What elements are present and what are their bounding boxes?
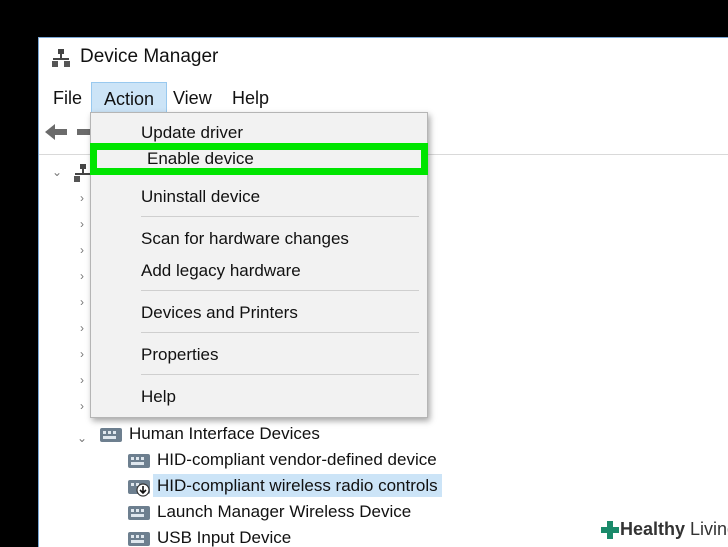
menu-file[interactable]: File [41, 82, 94, 114]
tree-category-hid[interactable]: Human Interface Devices [99, 421, 320, 447]
tree-category-label: Human Interface Devices [129, 424, 320, 443]
device-manager-icon [51, 48, 71, 68]
tree-device-row-selected[interactable]: HID-compliant wireless radio controls [127, 473, 442, 499]
menu-item-properties[interactable]: Properties [91, 339, 427, 371]
watermark-text: Healthy Living [620, 519, 728, 539]
chevron-right-icon[interactable]: › [80, 217, 84, 231]
menu-help[interactable]: Help [220, 82, 281, 114]
chevron-down-icon[interactable]: ⌄ [52, 165, 62, 179]
tree-device-row[interactable]: HID-compliant vendor-defined device [127, 447, 437, 473]
tree-device-label: Launch Manager Wireless Device [157, 502, 412, 521]
chevron-right-icon[interactable]: › [80, 399, 84, 413]
hid-device-icon [127, 502, 151, 524]
healthy-living-watermark: Healthy Living [594, 516, 728, 546]
chevron-right-icon[interactable]: › [80, 191, 84, 205]
disabled-hid-device-icon [127, 476, 151, 498]
menu-separator [141, 332, 419, 333]
menu-action[interactable]: Action [91, 82, 168, 114]
menu-bar: File Action View Help [39, 82, 728, 114]
back-arrow-icon[interactable] [43, 122, 69, 142]
menu-separator [141, 216, 419, 217]
plus-logo-icon [600, 520, 620, 540]
menu-item-devices-printers[interactable]: Devices and Printers [91, 297, 427, 329]
window-title: Device Manager [80, 46, 219, 67]
action-dropdown-menu: Update driver Enable device Uninstall de… [90, 112, 428, 418]
tree-device-row[interactable]: USB Input Device [127, 525, 291, 547]
menu-item-scan-hardware[interactable]: Scan for hardware changes [91, 223, 427, 255]
menu-item-uninstall-device[interactable]: Uninstall device [91, 181, 427, 213]
menu-separator [141, 290, 419, 291]
forward-arrow-icon[interactable] [77, 122, 91, 142]
chevron-down-icon[interactable]: ⌄ [77, 431, 87, 445]
hid-category-icon [99, 424, 123, 446]
chevron-right-icon[interactable]: › [80, 243, 84, 257]
tree-device-row[interactable]: Launch Manager Wireless Device [127, 499, 411, 525]
chevron-right-icon[interactable]: › [80, 373, 84, 387]
chevron-right-icon[interactable]: › [80, 295, 84, 309]
menu-item-enable-device[interactable]: Enable device [90, 143, 428, 175]
hid-device-icon [127, 450, 151, 472]
chevron-right-icon[interactable]: › [80, 347, 84, 361]
menu-item-help[interactable]: Help [91, 381, 427, 413]
menu-item-add-legacy-hardware[interactable]: Add legacy hardware [91, 255, 427, 287]
tree-device-label: HID-compliant wireless radio controls [153, 474, 442, 497]
tree-device-label: USB Input Device [157, 528, 292, 547]
chevron-right-icon[interactable]: › [80, 321, 84, 335]
menu-separator [141, 374, 419, 375]
menu-view[interactable]: View [161, 82, 224, 114]
tree-device-label: HID-compliant vendor-defined device [157, 450, 437, 469]
hid-device-icon [127, 528, 151, 547]
chevron-right-icon[interactable]: › [80, 269, 84, 283]
title-bar: Device Manager [39, 38, 728, 78]
